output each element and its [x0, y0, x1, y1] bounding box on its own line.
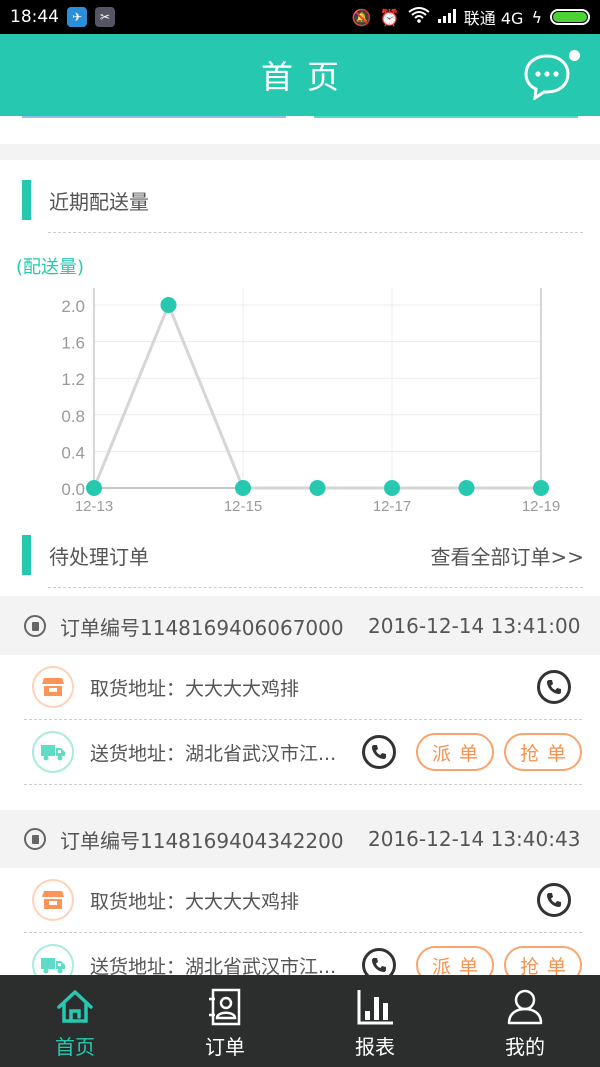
tab-label: 我的 — [505, 1035, 545, 1059]
y-tick-label: 0.8 — [61, 407, 85, 426]
data-point — [86, 480, 102, 496]
delivery-line-chart: 0.0 0.4 0.8 1.2 1.6 2.0 12-13 12-15 12-17 12-19 — [61, 288, 560, 515]
data-point — [160, 297, 177, 313]
phone-icon — [372, 958, 386, 972]
section-header: 待处理订单 查看全部订单>> — [22, 535, 584, 575]
order-card: 取货地址：大大大大鸡排 送货地址：湖北省武汉市江... 派单 抢单 — [0, 868, 600, 986]
section-header: 近期配送量 — [22, 180, 584, 220]
y-tick-label: 0.0 — [61, 480, 85, 499]
strip-underline-right — [314, 116, 578, 118]
order-header[interactable]: 订单编号1148169406067000 2016-12-14 13:41:00 — [0, 597, 600, 655]
order-number: 订单编号1148169406067000 — [60, 615, 344, 640]
status-time: 18:44 — [10, 7, 59, 27]
data-point — [384, 480, 400, 496]
divider — [24, 784, 582, 785]
section-title: 近期配送量 — [49, 189, 149, 214]
data-point — [533, 480, 549, 496]
x-tick-label: 12-15 — [224, 498, 262, 515]
pickup-address: 取货地址：大大大大鸡排 — [90, 890, 300, 913]
user-icon — [507, 989, 543, 1025]
status-bar: 18:44 ✈ ✂ 🔕 ⏰ 联通 4G ϟ — [0, 0, 600, 34]
x-tick-label: 12-19 — [522, 498, 560, 515]
charging-icon: ϟ — [531, 7, 542, 27]
y-tick-label: 1.6 — [61, 334, 85, 353]
top-tabs-strip — [0, 116, 600, 144]
call-pickup-button[interactable] — [537, 670, 571, 704]
tab-mine[interactable]: 我的 — [450, 975, 600, 1067]
dispatch-button[interactable]: 派单 — [416, 733, 494, 771]
signal-icon — [437, 8, 456, 27]
order-number: 订单编号1148169404342200 — [60, 828, 344, 853]
pickup-address: 取货地址：大大大大鸡排 — [90, 677, 300, 700]
wifi-icon — [408, 7, 430, 27]
tab-home[interactable]: 首页 — [0, 975, 150, 1067]
tab-orders[interactable]: 订单 — [150, 975, 300, 1067]
battery-icon — [550, 9, 590, 25]
section-title: 待处理订单 — [49, 544, 149, 569]
alarm-icon: ⏰ — [379, 7, 400, 27]
chart-y-axis-label: (配送量) — [16, 257, 85, 278]
app-notification-icon: ✂ — [95, 7, 115, 27]
pickup-row: 取货地址：大大大大鸡排 — [0, 868, 600, 932]
section-accent-bar — [22, 535, 31, 575]
messages-button[interactable] — [522, 50, 580, 102]
order-time: 2016-12-14 13:40:43 — [368, 827, 581, 851]
tab-label: 首页 — [55, 1035, 95, 1059]
chat-bubble-icon — [524, 54, 570, 102]
bar-chart-icon — [357, 990, 393, 1025]
document-icon — [24, 828, 46, 850]
truck-icon — [32, 731, 74, 773]
strip-underline-left — [22, 116, 286, 118]
call-delivery-button[interactable] — [362, 735, 396, 769]
grab-order-button[interactable]: 抢单 — [504, 733, 582, 771]
pickup-row: 取货地址：大大大大鸡排 — [0, 655, 600, 719]
divider — [48, 587, 583, 588]
x-tick-label: 12-13 — [75, 498, 113, 515]
app-notification-icon: ✈ — [67, 7, 87, 27]
document-icon — [24, 615, 46, 637]
view-all-orders-link[interactable]: 查看全部订单>> — [430, 541, 584, 570]
tab-label: 报表 — [355, 1035, 395, 1059]
order-header[interactable]: 订单编号1148169404342200 2016-12-14 13:40:43 — [0, 810, 600, 868]
order-card: 取货地址：大大大大鸡排 送货地址：湖北省武汉市江... 派单 抢单 — [0, 655, 600, 810]
delivery-address: 送货地址：湖北省武汉市江... — [90, 742, 337, 765]
phone-icon — [372, 745, 386, 759]
data-point — [309, 480, 326, 496]
tab-label: 订单 — [205, 1035, 245, 1059]
mute-icon: 🔕 — [351, 7, 372, 27]
series-line — [92, 301, 541, 490]
page-title: 首页 — [260, 58, 353, 96]
unread-badge — [569, 50, 580, 61]
phone-icon — [547, 680, 561, 694]
order-time: 2016-12-14 13:41:00 — [368, 614, 581, 638]
phone-icon — [547, 893, 561, 907]
tab-reports[interactable]: 报表 — [300, 975, 450, 1067]
y-tick-label: 1.2 — [61, 370, 85, 389]
app-header: 首页 — [0, 34, 600, 116]
shop-icon — [32, 666, 74, 708]
section-accent-bar — [22, 180, 31, 220]
delivery-row: 送货地址：湖北省武汉市江... 派单 抢单 — [0, 720, 600, 784]
data-point — [235, 480, 251, 496]
home-icon — [57, 990, 93, 1023]
shop-icon — [32, 879, 74, 921]
bottom-tab-bar: 首页 订单 报表 我的 — [0, 975, 600, 1067]
divider — [48, 232, 583, 233]
delivery-volume-card: 近期配送量 (配送量) 0.0 0.4 0.8 1.2 1.6 2.0 12-13 12-15… — [0, 160, 600, 596]
data-point — [458, 480, 475, 496]
contacts-icon — [209, 988, 241, 1026]
y-tick-label: 2.0 — [61, 297, 85, 316]
carrier-label: 联通 4G — [463, 9, 524, 28]
call-pickup-button[interactable] — [537, 883, 571, 917]
y-tick-label: 0.4 — [61, 443, 85, 462]
x-tick-label: 12-17 — [373, 498, 411, 515]
